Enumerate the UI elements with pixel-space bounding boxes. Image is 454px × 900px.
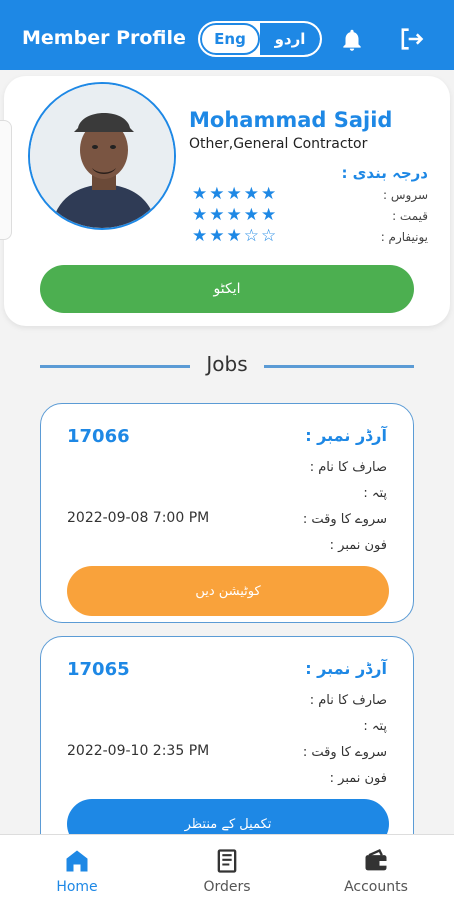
nav-item-accounts[interactable]: Accounts xyxy=(326,835,426,900)
lang-english-option[interactable]: Eng xyxy=(200,23,260,55)
language-toggle[interactable]: Eng اردو xyxy=(198,21,322,57)
nav-label-home: Home xyxy=(56,879,98,895)
job-order-id: 17066 xyxy=(67,426,130,447)
star-filled-icon: ★ xyxy=(243,205,261,225)
job-survey-time: 2022-09-10 2:35 PM xyxy=(67,743,210,759)
job-address-label: پتہ : xyxy=(363,719,387,734)
star-filled-icon: ★ xyxy=(209,184,227,204)
give-quotation-button[interactable]: کوٹیشن دیں xyxy=(67,566,389,616)
rating-title: درجہ بندی : xyxy=(341,164,428,182)
job-survey-time: 2022-09-08 7:00 PM xyxy=(67,510,210,526)
job-phone-label: فون نمبر : xyxy=(329,771,387,786)
job-customer-label: صارف کا نام : xyxy=(309,693,387,708)
lang-urdu-option[interactable]: اردو xyxy=(260,23,320,55)
star-filled-icon: ★ xyxy=(243,184,261,204)
job-order-label: آرڈر نمبر : xyxy=(305,659,387,678)
app-bar: Member Profile Eng اردو xyxy=(0,0,454,70)
job-survey-time-label: سروے کا وقت : xyxy=(302,512,387,527)
page-title: Member Profile xyxy=(22,27,186,49)
job-phone-label: فون نمبر : xyxy=(329,538,387,553)
bell-icon[interactable] xyxy=(339,26,365,54)
star-filled-icon: ★ xyxy=(226,205,244,225)
side-drawer-handle[interactable] xyxy=(0,120,12,240)
nav-label-accounts: Accounts xyxy=(344,879,408,895)
nav-item-orders[interactable]: Orders xyxy=(177,835,277,900)
star-filled-icon: ★ xyxy=(209,205,227,225)
job-survey-time-label: سروے کا وقت : xyxy=(302,745,387,760)
star-filled-icon: ★ xyxy=(209,226,227,246)
star-empty-icon: ☆ xyxy=(243,226,261,246)
star-filled-icon: ★ xyxy=(192,205,210,225)
bottom-nav: Home Orders Accounts xyxy=(0,834,454,900)
jobs-section-title: Jobs xyxy=(206,352,248,376)
job-order-label: آرڈر نمبر : xyxy=(305,426,387,445)
rating-stars-service: ★★★★★ xyxy=(192,184,278,204)
home-icon xyxy=(66,850,88,872)
orders-icon xyxy=(217,849,237,873)
star-filled-icon: ★ xyxy=(226,226,244,246)
nav-item-home[interactable]: Home xyxy=(27,835,127,900)
star-filled-icon: ★ xyxy=(261,184,279,204)
star-empty-icon: ☆ xyxy=(261,226,279,246)
wallet-icon xyxy=(365,848,387,871)
star-filled-icon: ★ xyxy=(192,184,210,204)
status-active-button[interactable]: ایکٹو xyxy=(40,265,414,313)
rating-label-uniform: یونیفارم : xyxy=(380,230,428,244)
job-customer-label: صارف کا نام : xyxy=(309,460,387,475)
rating-stars-uniform: ★★★☆☆ xyxy=(192,226,278,246)
job-card[interactable]: 17065 آرڈر نمبر : صارف کا نام : پتہ : سر… xyxy=(40,636,414,856)
member-name: Mohammad Sajid xyxy=(189,108,393,132)
star-filled-icon: ★ xyxy=(226,184,244,204)
rating-label-service: سروس : xyxy=(383,188,428,202)
job-card[interactable]: 17066 آرڈر نمبر : صارف کا نام : پتہ : سر… xyxy=(40,403,414,623)
avatar xyxy=(28,82,176,230)
nav-label-orders: Orders xyxy=(203,879,251,895)
job-address-label: پتہ : xyxy=(363,486,387,501)
rating-stars-price: ★★★★★ xyxy=(192,205,278,225)
star-filled-icon: ★ xyxy=(261,205,279,225)
star-filled-icon: ★ xyxy=(192,226,210,246)
logout-icon[interactable] xyxy=(397,25,425,53)
profile-photo xyxy=(30,84,174,228)
member-profession: Other,General Contractor xyxy=(189,136,368,152)
rating-label-price: قیمت : xyxy=(392,209,428,223)
job-order-id: 17065 xyxy=(67,659,130,680)
